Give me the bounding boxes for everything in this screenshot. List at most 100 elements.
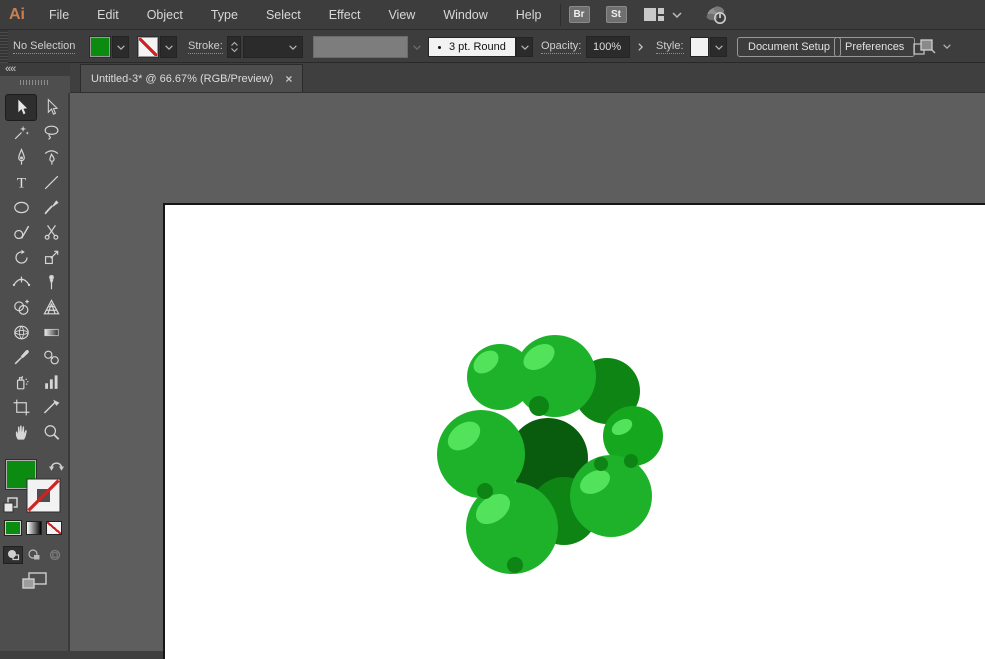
tab-title: Untitled-3* @ 66.67% (RGB/Preview) <box>91 72 274 85</box>
eyedropper-tool[interactable] <box>6 345 36 370</box>
stroke-weight-dropdown[interactable] <box>243 36 303 58</box>
scissors-tool[interactable] <box>36 220 66 245</box>
chevron-down-icon[interactable] <box>671 11 683 19</box>
shaper-tool[interactable] <box>6 220 36 245</box>
curvature-tool[interactable] <box>36 145 66 170</box>
toolbar-header: «« <box>0 63 70 93</box>
style-label[interactable]: Style: <box>656 40 684 54</box>
pen-tool[interactable] <box>6 145 36 170</box>
direct-selection-tool[interactable] <box>36 95 66 120</box>
isolate-selection-icon[interactable] <box>912 38 936 56</box>
stock-button[interactable]: St <box>605 6 627 23</box>
brush-definition-field[interactable]: 3 pt. Round <box>428 37 516 57</box>
swap-fill-stroke-icon[interactable] <box>48 457 65 477</box>
stroke-weight-stepper[interactable] <box>227 36 241 58</box>
control-bar-grip[interactable] <box>0 30 8 63</box>
menu-object[interactable]: Object <box>133 0 197 29</box>
perspective-grid-tool[interactable] <box>36 295 66 320</box>
tab-row: «« Untitled-3* @ 66.67% (RGB/Preview) × <box>0 63 985 93</box>
none-mode-button[interactable] <box>46 521 62 535</box>
menu-separator <box>559 3 561 26</box>
menu-items: File Edit Object Type Select Effect View Window… <box>35 0 556 29</box>
sphere-2 <box>514 335 596 417</box>
artboard-tool[interactable] <box>6 395 36 420</box>
stroke-swatch-chevron-icon[interactable] <box>160 36 177 58</box>
svg-text:T: T <box>16 176 25 192</box>
selection-tool[interactable] <box>6 95 36 120</box>
ellipse-tool[interactable] <box>6 195 36 220</box>
draw-behind-mode-button[interactable] <box>25 547 43 563</box>
zoom-tool[interactable] <box>36 420 66 445</box>
menu-file[interactable]: File <box>35 0 83 29</box>
document-setup-button[interactable]: Document Setup <box>737 37 841 57</box>
collapse-toolbar-button[interactable]: «« <box>5 63 16 75</box>
opacity-value: 100% <box>593 41 622 53</box>
magic-wand-tool[interactable] <box>6 120 36 145</box>
rotate-tool[interactable] <box>6 245 36 270</box>
opacity-field[interactable]: 100% <box>586 36 630 58</box>
paintbrush-tool[interactable] <box>36 195 66 220</box>
line-segment-tool[interactable] <box>36 170 66 195</box>
illustrator-window: Ai File Edit Object Type Select Effect View Win… <box>0 0 985 659</box>
brush-chevron-icon[interactable] <box>516 37 533 57</box>
lasso-tool[interactable] <box>36 120 66 145</box>
symbol-sprayer-tool[interactable] <box>6 370 36 395</box>
sphere-notch-2 <box>594 457 608 471</box>
draw-inside-mode-button <box>46 547 64 563</box>
variable-width-dropdown <box>313 36 408 58</box>
menu-effect[interactable]: Effect <box>315 0 375 29</box>
gpu-performance-icon[interactable] <box>703 4 731 26</box>
stroke-weight-label[interactable]: Stroke: <box>188 40 223 54</box>
app-logo: Ai <box>9 5 25 23</box>
menu-view[interactable]: View <box>374 0 429 29</box>
opacity-expand-icon[interactable] <box>632 36 649 58</box>
menu-edit[interactable]: Edit <box>83 0 133 29</box>
control-bar: No Selection Stroke: 3 pt. Round Opacity… <box>0 30 985 63</box>
document-tab[interactable]: Untitled-3* @ 66.67% (RGB/Preview) × <box>80 64 304 92</box>
gradient-tool[interactable] <box>36 320 66 345</box>
fill-color-swatch[interactable] <box>90 37 110 57</box>
color-mode-button[interactable] <box>5 521 21 535</box>
preferences-button[interactable]: Preferences <box>834 37 916 57</box>
stroke-proxy-swatch[interactable] <box>26 478 61 518</box>
draw-normal-mode-button[interactable] <box>4 547 22 563</box>
scale-tool[interactable] <box>36 245 66 270</box>
menu-bar: Ai File Edit Object Type Select Effect View Win… <box>0 0 985 30</box>
bridge-button[interactable]: Br <box>568 6 590 23</box>
menu-type[interactable]: Type <box>197 0 252 29</box>
grape-cluster-artwork[interactable] <box>435 315 665 575</box>
status-strip <box>0 651 163 659</box>
no-selection-label: No Selection <box>13 39 76 54</box>
toolbar-grip[interactable] <box>20 80 50 85</box>
sphere-notch-4 <box>624 454 638 468</box>
main-area: T <box>0 93 985 659</box>
sphere-notch-3 <box>507 557 523 573</box>
screen-mode-icon[interactable] <box>21 572 48 595</box>
mesh-tool[interactable] <box>6 320 36 345</box>
default-fill-stroke-icon[interactable] <box>3 497 19 518</box>
isolate-chevron-icon[interactable] <box>942 43 952 50</box>
blend-tool[interactable] <box>36 345 66 370</box>
tab-close-icon[interactable]: × <box>285 72 292 86</box>
menu-select[interactable]: Select <box>252 0 315 29</box>
style-chevron-icon[interactable] <box>710 37 727 57</box>
tab-bar: Untitled-3* @ 66.67% (RGB/Preview) × <box>70 63 985 93</box>
brush-preview-dot <box>438 45 441 49</box>
column-graph-tool[interactable] <box>36 370 66 395</box>
menu-help[interactable]: Help <box>502 0 556 29</box>
puppet-warp-tool[interactable] <box>36 270 66 295</box>
stroke-color-swatch[interactable] <box>138 37 158 57</box>
brush-definition-value: 3 pt. Round <box>449 41 506 53</box>
width-tool[interactable] <box>6 270 36 295</box>
menu-window[interactable]: Window <box>429 0 501 29</box>
slice-tool[interactable] <box>36 395 66 420</box>
gradient-mode-button[interactable] <box>26 521 42 535</box>
canvas-area[interactable] <box>70 93 985 659</box>
opacity-label[interactable]: Opacity: <box>541 40 582 54</box>
arrange-documents-icon[interactable] <box>643 7 665 22</box>
style-swatch[interactable] <box>690 37 709 57</box>
hand-tool[interactable] <box>6 420 36 445</box>
shape-builder-tool[interactable] <box>6 295 36 320</box>
type-tool[interactable]: T <box>6 170 36 195</box>
fill-swatch-chevron-icon[interactable] <box>112 36 129 58</box>
